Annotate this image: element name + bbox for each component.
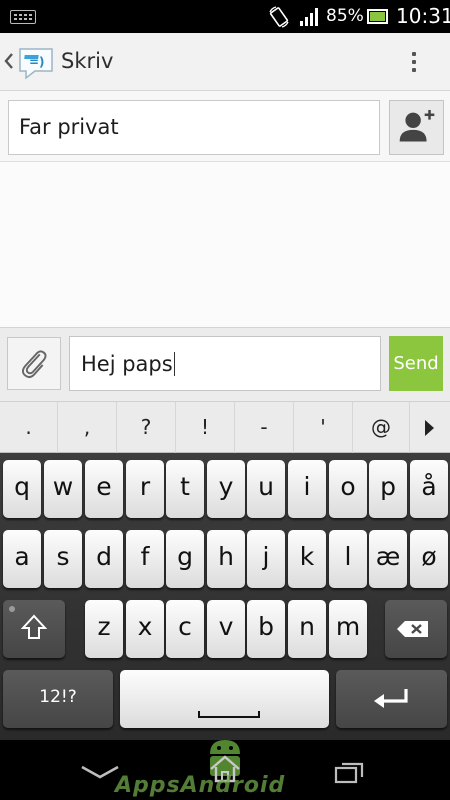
messaging-app-icon[interactable]: =) xyxy=(17,46,55,80)
recipient-value: Far privat xyxy=(19,115,119,139)
key-e[interactable]: e xyxy=(85,460,123,518)
key-d[interactable]: d xyxy=(85,530,123,588)
key-f[interactable]: f xyxy=(126,530,164,588)
space-icon xyxy=(198,711,260,718)
key-oe[interactable]: ø xyxy=(410,530,448,588)
add-contact-button[interactable] xyxy=(389,100,444,155)
key-t[interactable]: t xyxy=(166,460,204,518)
text-cursor xyxy=(173,352,175,376)
send-button[interactable]: Send xyxy=(389,336,443,391)
message-input[interactable]: Hej paps xyxy=(69,336,381,391)
compose-bar: Hej paps Send xyxy=(0,327,450,401)
key-n[interactable]: n xyxy=(288,600,326,658)
shift-icon xyxy=(9,606,48,639)
nav-back-icon[interactable] xyxy=(80,764,120,780)
more-suggestions-icon[interactable] xyxy=(425,420,434,436)
nav-recent-apps-icon[interactable] xyxy=(334,760,366,784)
key-j[interactable]: j xyxy=(247,530,285,588)
key-ae[interactable]: æ xyxy=(369,530,407,588)
suggestion-exclamation[interactable]: ! xyxy=(176,402,235,453)
key-w[interactable]: w xyxy=(44,460,82,518)
action-bar: =) Skriv xyxy=(0,33,450,91)
suggestion-apostrophe[interactable]: ' xyxy=(294,402,353,453)
recipient-field[interactable]: Far privat xyxy=(8,100,380,155)
key-s[interactable]: s xyxy=(44,530,82,588)
suggestion-dash[interactable]: - xyxy=(235,402,294,453)
back-chevron-icon[interactable] xyxy=(4,51,14,71)
attach-button[interactable] xyxy=(7,337,61,390)
key-y[interactable]: y xyxy=(207,460,245,518)
battery-percent: 85% xyxy=(326,6,364,26)
key-k[interactable]: k xyxy=(288,530,326,588)
rotate-icon xyxy=(269,6,289,28)
key-h[interactable]: h xyxy=(207,530,245,588)
message-value: Hej paps xyxy=(81,352,173,376)
key-o[interactable]: o xyxy=(329,460,367,518)
key-p[interactable]: p xyxy=(369,460,407,518)
page-title: Skriv xyxy=(61,49,114,73)
suggestion-at[interactable]: @ xyxy=(353,402,410,453)
suggestion-row: . , ? ! - ' @ xyxy=(0,401,450,453)
key-b[interactable]: b xyxy=(247,600,285,658)
key-x[interactable]: x xyxy=(126,600,164,658)
backspace-key[interactable] xyxy=(385,600,447,658)
suggestion-question[interactable]: ? xyxy=(117,402,176,453)
key-aa[interactable]: å xyxy=(410,460,448,518)
key-r[interactable]: r xyxy=(126,460,164,518)
space-key[interactable] xyxy=(120,670,329,728)
svg-text:=): =) xyxy=(29,55,45,69)
key-v[interactable]: v xyxy=(207,600,245,658)
navigation-bar: AppsAndroid xyxy=(0,740,450,800)
conversation-area xyxy=(0,162,450,327)
overflow-menu-icon[interactable] xyxy=(406,47,422,77)
battery-icon xyxy=(367,9,388,24)
keyboard-icon xyxy=(10,10,36,24)
key-i[interactable]: i xyxy=(288,460,326,518)
shift-key[interactable] xyxy=(3,600,65,658)
backspace-icon xyxy=(397,621,428,637)
status-bar: 85% 10:31 xyxy=(0,0,450,33)
key-q[interactable]: q xyxy=(3,460,41,518)
key-l[interactable]: l xyxy=(329,530,367,588)
key-c[interactable]: c xyxy=(166,600,204,658)
clock: 10:31 xyxy=(396,4,450,28)
add-contact-icon xyxy=(399,109,435,142)
key-m[interactable]: m xyxy=(329,600,367,658)
key-g[interactable]: g xyxy=(166,530,204,588)
signal-icon xyxy=(300,8,318,26)
key-a[interactable]: a xyxy=(3,530,41,588)
suggestion-comma[interactable]: , xyxy=(58,402,117,453)
suggestion-period[interactable]: . xyxy=(0,402,58,453)
enter-icon xyxy=(374,689,408,708)
recipient-row: Far privat xyxy=(0,91,450,162)
symbols-key[interactable]: 12!? xyxy=(3,670,113,728)
watermark-text: AppsAndroid xyxy=(115,773,286,798)
keyboard: q w e r t y u i o p å a s d f g h j k l … xyxy=(0,453,450,740)
enter-key[interactable] xyxy=(336,670,447,728)
paperclip-icon xyxy=(21,350,47,379)
key-u[interactable]: u xyxy=(247,460,285,518)
key-z[interactable]: z xyxy=(85,600,123,658)
